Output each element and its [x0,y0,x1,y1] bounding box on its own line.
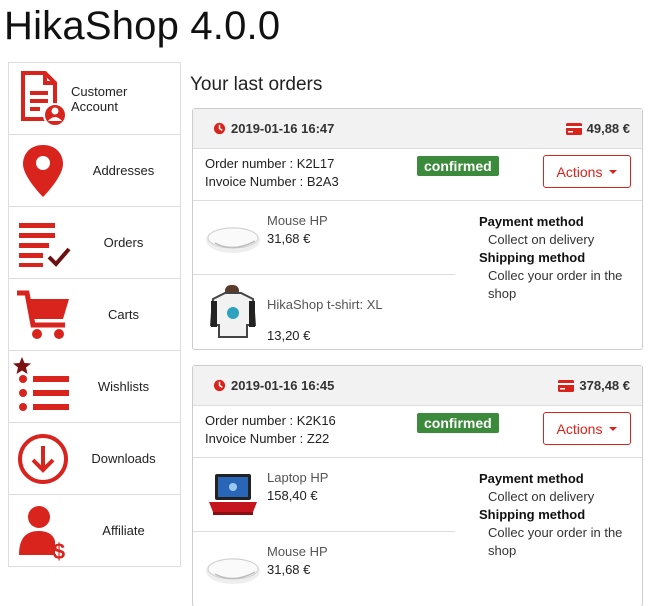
methods: Payment method Collect on delivery Shipp… [479,470,639,560]
order-header: 2019-01-16 16:47 49,88 € [193,109,642,149]
order-date: 2019-01-16 16:47 [213,121,334,136]
product-price: 13,20 € [267,328,311,343]
clock-icon [213,122,226,135]
product-price: 31,68 € [267,231,311,246]
product-price: 158,40 € [267,488,318,503]
menu-item-customer-account[interactable]: Customer Account [9,63,180,135]
svg-text:$: $ [53,539,65,561]
order-number: Order number : K2K16 [205,413,336,428]
credit-card-icon [558,379,575,392]
order-card: 2019-01-16 16:45 378,48 € Order number :… [192,365,643,606]
tshirt-image[interactable] [205,283,261,339]
menu-label: Orders [103,235,144,250]
menu-item-addresses[interactable]: Addresses [9,135,180,207]
order-number: Order number : K2L17 [205,156,335,171]
caret-down-icon [609,169,618,174]
order-header: 2019-01-16 16:45 378,48 € [193,366,642,406]
menu-item-carts[interactable]: Carts [9,279,180,351]
product-name[interactable]: Laptop HP [267,470,328,485]
download-icon [18,434,68,484]
product-price: 31,68 € [267,562,311,577]
shipping-method-value: Collec your order in the shop [488,525,623,558]
shipping-method-title: Shipping method [479,507,586,522]
product-name[interactable]: HikaShop t-shirt: XL [267,297,383,312]
mouse-image[interactable] [205,209,261,265]
order-info: Order number : K2K16 Invoice Number : Z2… [193,406,642,458]
product-row: Mouse HP 31,68 € [193,201,455,275]
section-title: Your last orders [190,74,323,95]
menu-item-affiliate[interactable]: $ Affiliate [9,495,180,566]
shipping-method-title: Shipping method [479,250,586,265]
order-total: 378,48 € [558,378,630,393]
order-total-text: 49,88 € [586,121,630,136]
payment-method-title: Payment method [479,214,584,229]
menu-label: Wishlists [97,379,150,394]
product-row: HikaShop t-shirt: XL 13,20 € [193,275,455,349]
actions-label: Actions [556,163,603,180]
menu-label: Affiliate [102,523,145,538]
order-card: 2019-01-16 16:47 49,88 € Order number : … [192,108,643,350]
menu-label: Carts [107,307,140,322]
caret-down-icon [609,426,618,431]
laptop-image[interactable] [205,466,261,522]
menu-label: Downloads [91,451,156,466]
mouse-image[interactable] [205,540,261,596]
order-total-text: 378,48 € [579,378,630,393]
order-date-text: 2019-01-16 16:45 [231,378,335,393]
order-info: Order number : K2L17 Invoice Number : B2… [193,149,642,201]
status-badge: confirmed [417,156,499,176]
shipping-method-value: Collec your order in the shop [488,268,623,301]
wishlist-icon [13,357,69,411]
payment-method-value: Collect on delivery [488,489,595,504]
affiliate-icon: $ [19,506,65,561]
invoice-number: Invoice Number : B2A3 [205,174,339,189]
product-row: Mouse HP 31,68 € [193,532,455,606]
product-row: Laptop HP 158,40 € [193,458,455,532]
clock-icon [213,379,226,392]
page-title: HikaShop 4.0.0 [4,4,281,48]
customer-account-icon [21,71,67,127]
map-pin-icon [23,145,63,197]
account-menu: Customer Account Addresses Orders Carts [8,62,181,567]
menu-item-orders[interactable]: Orders [9,207,180,279]
status-badge: confirmed [417,413,499,433]
payment-method-value: Collect on delivery [488,232,595,247]
menu-item-downloads[interactable]: Downloads [9,423,180,495]
orders-list-icon [19,223,71,267]
actions-button[interactable]: Actions [543,412,631,445]
invoice-number: Invoice Number : Z22 [205,431,330,446]
credit-card-icon [565,122,582,135]
menu-label: Addresses [92,163,155,178]
product-name[interactable]: Mouse HP [267,544,328,559]
order-date-text: 2019-01-16 16:47 [231,121,335,136]
methods: Payment method Collect on delivery Shipp… [479,213,639,303]
menu-label: Customer Account [71,83,128,114]
order-body: Laptop HP 158,40 € Mouse HP 31,68 € Paym… [193,458,642,606]
payment-method-title: Payment method [479,471,584,486]
product-name[interactable]: Mouse HP [267,213,328,228]
actions-button[interactable]: Actions [543,155,631,188]
menu-item-wishlists[interactable]: Wishlists [9,351,180,423]
order-total: 49,88 € [565,121,630,136]
order-date: 2019-01-16 16:45 [213,378,334,393]
actions-label: Actions [556,420,603,437]
order-body: Mouse HP 31,68 € HikaShop t-shirt: XL 13… [193,201,642,349]
cart-icon [17,290,69,339]
